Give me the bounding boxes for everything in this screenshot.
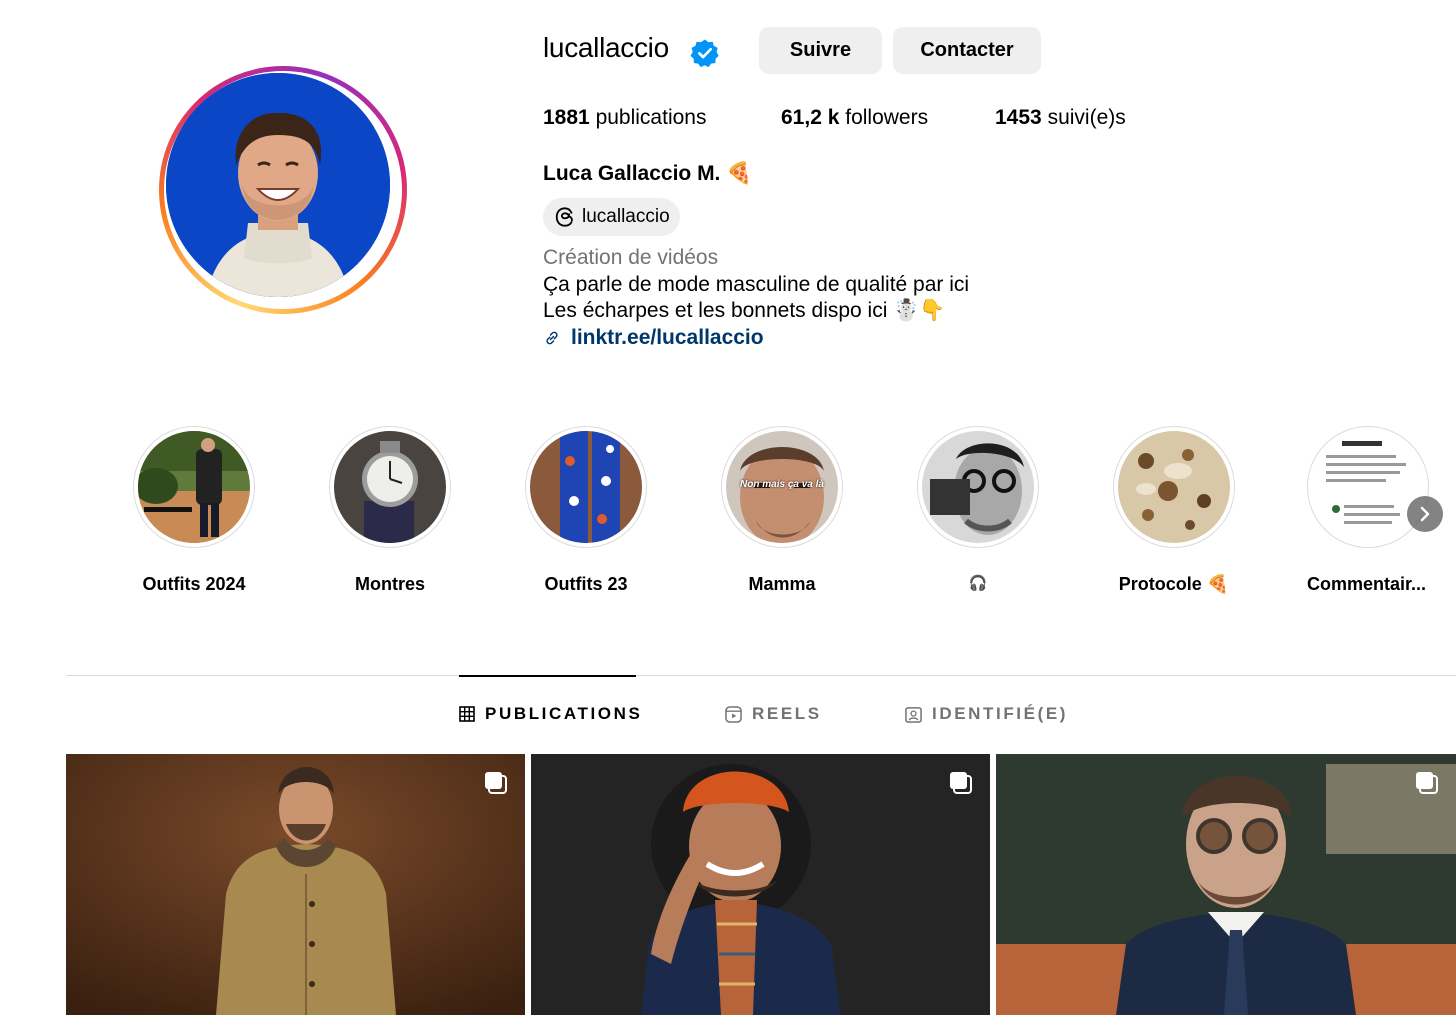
tab-label: REELS <box>752 704 822 723</box>
multiple-photos-icon <box>1416 772 1438 794</box>
following-count: 1453 <box>995 106 1042 129</box>
profile-link-text: linktr.ee/lucallaccio <box>571 326 764 349</box>
profile-username: lucallaccio <box>543 32 669 63</box>
post-image <box>531 754 990 1015</box>
threads-handle: lucallaccio <box>582 206 670 227</box>
highlight-label: Montres <box>354 574 425 594</box>
chevron-right-icon <box>1420 506 1430 522</box>
tab-publications[interactable]: PUBLICATIONS <box>459 704 642 724</box>
profile-category: Création de vidéos <box>543 246 719 269</box>
highlight-cover <box>334 431 446 543</box>
avatar[interactable] <box>166 73 390 297</box>
highlights-next-button[interactable] <box>1407 496 1443 532</box>
posts-count: 1881 <box>543 106 590 129</box>
threads-badge[interactable]: lucallaccio <box>543 198 680 236</box>
highlight-label: 🎧 <box>968 575 988 592</box>
highlight-item[interactable]: 🎧 <box>883 426 1073 592</box>
bio-line: Les écharpes et les bonnets dispo ici ☃️… <box>543 299 946 322</box>
post-thumbnail[interactable] <box>66 754 525 1015</box>
tagged-icon <box>905 706 922 723</box>
highlight-cover <box>530 431 642 543</box>
multiple-photos-icon <box>485 772 507 794</box>
post-image <box>996 754 1456 1015</box>
highlight-label: Mamma <box>748 574 816 594</box>
profile-avatar-story-ring[interactable] <box>159 66 407 314</box>
tab-reels[interactable]: REELS <box>725 704 822 724</box>
highlight-overlay-text: Non mais ça va là <box>740 479 824 490</box>
followers-count: 61,2 k <box>781 106 840 129</box>
posts-label: publications <box>595 106 707 129</box>
grid-icon <box>459 706 475 722</box>
reels-icon <box>725 705 742 723</box>
profile-full-name: Luca Gallaccio M. 🍕 <box>543 162 753 185</box>
post-thumbnail[interactable] <box>996 754 1456 1015</box>
highlight-label: Commentair... <box>1307 574 1427 594</box>
highlight-item[interactable]: Outfits 2024 <box>99 426 289 595</box>
highlight-item[interactable]: Non mais ça va là Mamma <box>687 426 877 595</box>
highlight-cover <box>138 431 250 543</box>
follow-button[interactable]: Suivre <box>759 27 882 74</box>
highlight-item[interactable]: Outfits 23 <box>491 426 681 595</box>
stat-followers[interactable]: 61,2 k followers <box>781 106 928 130</box>
avatar-photo <box>166 73 390 297</box>
active-tab-indicator <box>459 675 636 677</box>
highlight-label: Protocole 🍕 <box>1118 574 1230 594</box>
stat-publications[interactable]: 1881 publications <box>543 106 706 130</box>
highlight-cover: Non mais ça va là <box>726 431 838 543</box>
tabs-divider <box>66 675 1456 676</box>
tab-label: IDENTIFIÉ(E) <box>932 704 1069 723</box>
highlight-cover <box>922 431 1034 543</box>
followers-label: followers <box>845 106 929 129</box>
stat-following[interactable]: 1453 suivi(e)s <box>995 106 1126 130</box>
tab-tagged[interactable]: IDENTIFIÉ(E) <box>905 704 1068 724</box>
bio-line: Ça parle de mode masculine de qualité pa… <box>543 273 970 296</box>
contact-button[interactable]: Contacter <box>893 27 1041 74</box>
highlight-item[interactable]: Montres <box>295 426 485 595</box>
threads-icon <box>555 207 573 227</box>
highlight-label: Outfits 23 <box>544 574 628 594</box>
highlight-cover <box>1312 431 1424 543</box>
link-icon <box>546 331 558 345</box>
following-label: suivi(e)s <box>1047 106 1126 129</box>
post-thumbnail[interactable] <box>531 754 990 1015</box>
verified-badge-icon <box>690 39 719 68</box>
profile-link[interactable]: linktr.ee/lucallaccio <box>543 326 764 350</box>
post-image <box>66 754 525 1015</box>
highlight-item[interactable]: Protocole 🍕 <box>1079 426 1269 595</box>
highlight-label: Outfits 2024 <box>142 574 246 594</box>
tab-label: PUBLICATIONS <box>485 704 643 723</box>
multiple-photos-icon <box>950 772 972 794</box>
highlight-cover <box>1118 431 1230 543</box>
